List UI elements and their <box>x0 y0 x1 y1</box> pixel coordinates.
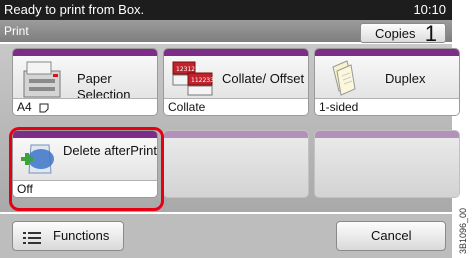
list-menu-icon <box>23 232 41 244</box>
selection-highlight <box>9 127 164 211</box>
svg-text:123123: 123123 <box>176 66 199 73</box>
paper-orientation-icon <box>39 103 49 113</box>
duplex-pages-icon <box>332 60 356 96</box>
duplex-value: 1-sided <box>315 98 459 115</box>
cancel-label: Cancel <box>371 228 412 243</box>
collate-offset-button[interactable]: 123123 112233 Collate/ Offset Collate <box>163 48 309 116</box>
collate-offset-value: Collate <box>164 98 308 115</box>
collate-offset-label: Collate/ Offset <box>222 71 305 86</box>
paper-selection-button[interactable]: Paper Selection A4 <box>12 48 158 116</box>
figure-code: 3B1096_00 <box>458 207 468 254</box>
tile-accent-stripe <box>164 131 308 138</box>
functions-label: Functions <box>53 228 110 243</box>
status-bar: Ready to print from Box. 10:10 <box>0 0 452 20</box>
duplex-button[interactable]: Duplex 1-sided <box>314 48 460 116</box>
duplex-label: Duplex <box>385 71 426 86</box>
clock: 10:10 <box>413 2 446 17</box>
cancel-button[interactable]: Cancel <box>336 221 446 251</box>
tile-accent-stripe <box>315 49 459 56</box>
copies-label: Copies <box>375 26 416 41</box>
empty-tile <box>163 130 309 198</box>
collated-stacks-icon: 123123 112233 <box>172 61 214 96</box>
status-message: Ready to print from Box. <box>4 2 145 17</box>
printer-paper-tray-icon <box>23 61 61 98</box>
functions-button[interactable]: Functions <box>12 221 124 251</box>
page-title: Print <box>4 24 29 38</box>
footer-bar: Functions Cancel <box>0 214 452 258</box>
tile-accent-stripe <box>315 131 459 138</box>
svg-text:112233: 112233 <box>191 77 214 84</box>
tile-accent-stripe <box>164 49 308 56</box>
tile-accent-stripe <box>13 49 157 56</box>
copies-indicator: Copies 1 <box>360 21 446 46</box>
paper-selection-value: A4 <box>13 98 157 115</box>
print-screen: Ready to print from Box. 10:10 Print Cop… <box>0 0 476 258</box>
empty-tile <box>314 130 460 198</box>
